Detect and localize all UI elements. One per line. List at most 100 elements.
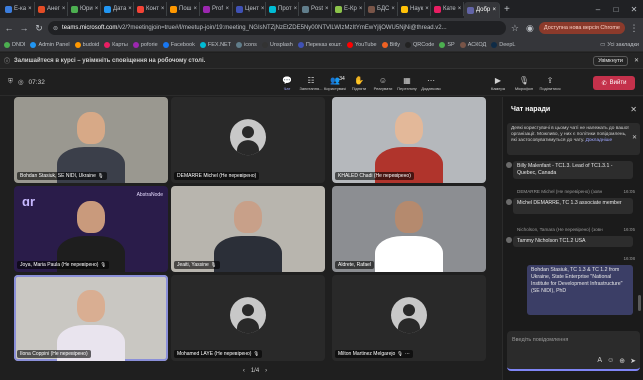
browser-tab[interactable]: Post ×: [299, 2, 332, 16]
close-tab-icon[interactable]: ×: [492, 7, 496, 13]
chat-message[interactable]: Tammy Nicholson TC1.2 USA: [513, 236, 633, 247]
tool-chat-button[interactable]: 💬 Чат: [275, 75, 299, 91]
bookmark-item[interactable]: FEX.NET: [199, 41, 231, 48]
bookmark-item[interactable]: Admin Panel: [30, 41, 70, 48]
close-chat-icon[interactable]: ✕: [630, 105, 637, 114]
close-tab-icon[interactable]: ×: [261, 6, 265, 12]
attach-icon[interactable]: ⊕: [619, 357, 625, 365]
browser-tab[interactable]: Добр ×: [464, 2, 500, 18]
browser-tab[interactable]: Анег ×: [35, 2, 68, 16]
bookmark-item[interactable]: DeepL: [491, 41, 515, 48]
participant-tile[interactable]: AbstraNode ɑr Joya, Maria Paula (Не переві…: [14, 186, 168, 272]
tool-people-button[interactable]: 👥 34 Користувачі: [323, 75, 347, 91]
bookmark-item[interactable]: Unsplash: [261, 41, 293, 48]
bookmark-star-icon[interactable]: ☆: [509, 22, 521, 34]
next-page-icon[interactable]: ›: [265, 368, 267, 374]
dismiss-notice-icon[interactable]: ✕: [632, 135, 637, 141]
site-info-icon[interactable]: ⊜: [53, 25, 58, 32]
participant-tile[interactable]: Ilona Coppini (Не перевірено): [14, 275, 168, 361]
bookmark-item[interactable]: icons: [236, 41, 257, 48]
bookmark-item[interactable]: budoid: [74, 41, 99, 48]
reload-icon[interactable]: ↻: [33, 22, 45, 34]
message-composer[interactable]: Введіть повідомлення A ☺ ⊕ ➤: [507, 331, 640, 371]
tool-hand-button[interactable]: ✋ Підняти: [347, 75, 371, 91]
participant-tile[interactable]: Mohamed LAYE (Не перевірено) 🎙: [171, 275, 325, 361]
tool-more-button[interactable]: ⋯ Додатково: [419, 75, 443, 91]
bookmark-item[interactable]: АСКОД: [459, 41, 486, 48]
leave-button[interactable]: ✆ Вийти: [593, 76, 635, 90]
bookmark-item[interactable]: SP: [439, 41, 455, 48]
bookmark-label: Переказ кошт.: [305, 41, 342, 48]
participant-tile[interactable]: Jeaiti, Yassine 🎙: [171, 186, 325, 272]
dismiss-notification-icon[interactable]: ✕: [634, 57, 639, 64]
chat-message[interactable]: Bohdan Stasiuk, TC 1.3 & TC 1.2 from Ukr…: [527, 265, 633, 315]
bookmark-item[interactable]: poforie: [132, 41, 158, 48]
tool-share-button[interactable]: ⇪ Поділитися: [538, 75, 562, 91]
browser-tab[interactable]: Кате ×: [431, 2, 464, 16]
minimize-icon[interactable]: –: [589, 0, 607, 18]
participant-tile[interactable]: DEMARRE Michel (Не перевірено): [171, 97, 325, 183]
close-tab-icon[interactable]: ×: [325, 6, 329, 12]
bookmark-item[interactable]: Карты: [104, 41, 128, 48]
bookmark-item[interactable]: DNDI: [4, 41, 25, 48]
back-icon[interactable]: ←: [3, 22, 15, 34]
participant-tile[interactable]: Aldrete, Rafael: [332, 186, 486, 272]
profile-icon[interactable]: ◉: [524, 22, 536, 34]
tool-view-button[interactable]: ▦ Перегляну: [395, 75, 419, 91]
more-options-icon[interactable]: ⋯: [405, 351, 410, 357]
close-tab-icon[interactable]: ×: [28, 6, 32, 12]
send-icon[interactable]: ➤: [630, 357, 636, 365]
close-tab-icon[interactable]: ×: [193, 6, 197, 12]
enable-notifications-button[interactable]: Увімкнути: [593, 55, 628, 66]
browser-tab[interactable]: Наук ×: [398, 2, 431, 16]
participant-tile[interactable]: Milton Martinez Melgarejo 🎙 ⋯: [332, 275, 486, 361]
browser-tab[interactable]: Е-ка ×: [2, 2, 35, 16]
tool-camera-button[interactable]: ▶ Камера: [486, 75, 510, 91]
new-tab-button[interactable]: +: [500, 4, 514, 15]
tool-mic-button[interactable]: 🎙 Мікрофон: [512, 75, 536, 91]
chrome-update-button[interactable]: Доступна нова версія Chrome: [538, 22, 625, 34]
close-tab-icon[interactable]: ×: [359, 6, 363, 12]
address-bar[interactable]: ⊜ teams.microsoft.com/v2/?meetingjoin=tr…: [48, 21, 506, 35]
browser-tab[interactable]: Пош ×: [167, 2, 200, 16]
close-tab-icon[interactable]: ×: [294, 6, 298, 12]
close-tab-icon[interactable]: ×: [225, 6, 229, 12]
bookmark-item[interactable]: Переказ кошт.: [297, 41, 342, 48]
participant-tile[interactable]: Bohdan Stasiuk, SE NIDI, Ukraine 🎙: [14, 97, 168, 183]
recording-icon: ◎: [17, 79, 24, 86]
learn-more-link[interactable]: Докладніше: [586, 138, 613, 143]
close-tab-icon[interactable]: ×: [62, 6, 66, 12]
bookmark-item[interactable]: YouTube: [346, 41, 377, 48]
close-tab-icon[interactable]: ×: [458, 6, 462, 12]
chat-scrollbar[interactable]: [638, 295, 641, 311]
close-tab-icon[interactable]: ×: [161, 6, 165, 12]
browser-tab[interactable]: БДС ×: [365, 2, 398, 16]
close-tab-icon[interactable]: ×: [128, 6, 132, 12]
bookmark-item[interactable]: QRCode: [404, 41, 434, 48]
format-icon[interactable]: A: [597, 357, 602, 365]
close-tab-icon[interactable]: ×: [425, 6, 429, 12]
chat-message[interactable]: Billy Malenfant - TC1.3. Lead of TC1.3.1…: [513, 161, 633, 179]
menu-icon[interactable]: ⋮: [628, 22, 640, 34]
chat-message[interactable]: Michel DEMARRE, TC 1.3 associate member: [513, 198, 633, 214]
forward-icon[interactable]: →: [18, 22, 30, 34]
bookmark-item[interactable]: Bitly: [381, 41, 400, 48]
emoji-icon[interactable]: ☺: [607, 357, 614, 365]
bookmark-item[interactable]: Facebook: [162, 41, 195, 48]
browser-tab[interactable]: Юри ×: [68, 2, 101, 16]
browser-tab[interactable]: Дата ×: [101, 2, 134, 16]
close-tab-icon[interactable]: ×: [95, 6, 99, 12]
close-tab-icon[interactable]: ×: [391, 6, 395, 12]
browser-tab[interactable]: Конт ×: [134, 2, 167, 16]
browser-tab[interactable]: E-Кр ×: [332, 2, 365, 16]
tool-raise-hand-list-button[interactable]: ☷ Запитання...: [299, 75, 323, 91]
all-bookmarks-folder[interactable]: ▭ Усі закладки: [600, 42, 639, 48]
browser-tab[interactable]: Цент ×: [233, 2, 266, 16]
prev-page-icon[interactable]: ‹: [243, 368, 245, 374]
browser-tab[interactable]: Prof ×: [200, 2, 233, 16]
close-window-icon[interactable]: ✕: [625, 0, 643, 18]
browser-tab[interactable]: Прот ×: [266, 2, 299, 16]
maximize-icon[interactable]: □: [607, 0, 625, 18]
tool-reactions-button[interactable]: ☺ Реагувати: [371, 75, 395, 91]
participant-tile[interactable]: KHALED Chadi (Не перевірено): [332, 97, 486, 183]
